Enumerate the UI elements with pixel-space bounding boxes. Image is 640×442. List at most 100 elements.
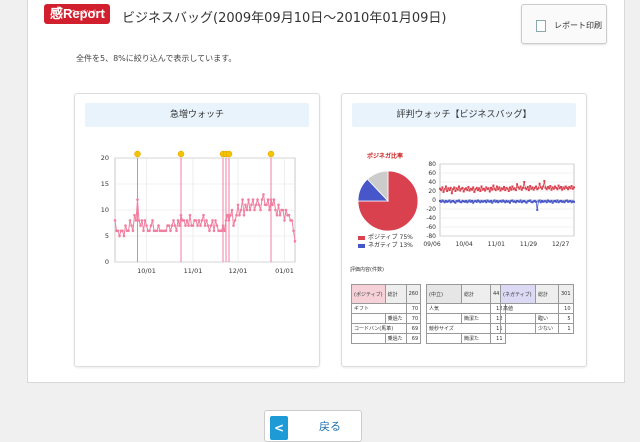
term-cell[interactable]: 高値 xyxy=(500,303,559,314)
buzz-chart: 0 5 10 15 20 10/01 11/01 12/01 01/01 xyxy=(101,150,297,275)
trend-point xyxy=(504,189,507,192)
buzz-point xyxy=(260,198,264,201)
trend-point xyxy=(440,189,443,192)
trend-point xyxy=(441,186,444,189)
trend-point xyxy=(448,189,451,192)
buzz-point xyxy=(212,229,216,233)
buzz-point xyxy=(170,224,174,227)
buzz-point xyxy=(233,219,237,222)
negative-table: (ネガティブ) 総計 301 高値 10 臨い 5 少ない 1 xyxy=(500,284,574,334)
count-cell: 1 xyxy=(558,323,574,334)
sub-term-cell[interactable]: 簡潔た xyxy=(461,313,491,324)
positive-header: (ポジティブ) xyxy=(351,284,386,304)
sub-term-cell[interactable]: 乗過た xyxy=(384,333,407,344)
x-tick-label: 11/01 xyxy=(184,267,203,275)
trend-point xyxy=(523,181,526,183)
sub-term-cell[interactable]: 臨い xyxy=(535,313,559,324)
buzz-point xyxy=(269,198,273,201)
trend-point xyxy=(552,187,555,190)
buzz-point xyxy=(133,213,136,217)
buzz-point xyxy=(130,224,133,227)
buzz-point xyxy=(187,224,190,227)
buzz-point xyxy=(199,224,202,227)
buzz-point xyxy=(136,198,139,201)
trend-point xyxy=(447,187,450,190)
buzz-point xyxy=(226,213,229,217)
buzz-point xyxy=(148,229,151,233)
trend-point xyxy=(516,183,519,186)
buzz-point xyxy=(157,224,160,227)
y-tick-label: 20 xyxy=(101,154,109,162)
sub-term-cell[interactable]: 乗過た xyxy=(384,313,407,324)
buzz-point xyxy=(241,198,244,201)
trend-point xyxy=(531,186,534,189)
trend-point xyxy=(489,199,492,202)
buzz-point xyxy=(242,213,246,217)
trend-point xyxy=(485,201,488,204)
trend-point xyxy=(454,201,457,204)
trend-point xyxy=(510,188,513,191)
buzz-point xyxy=(200,219,204,222)
x-tick-label: 01/01 xyxy=(275,267,294,275)
trend-point xyxy=(442,190,445,193)
page-title: ビジネスバッグ(2009年09月10日〜2010年01月09日) xyxy=(122,11,447,26)
buzz-point xyxy=(278,213,282,217)
sub-term-cell[interactable]: 少ない xyxy=(535,323,559,334)
trend-point xyxy=(559,185,562,188)
buzz-point xyxy=(139,224,142,227)
term-cell[interactable]: ギフト xyxy=(351,303,407,314)
trend-point xyxy=(520,188,523,191)
print-report-button[interactable]: レポート印刷 xyxy=(521,4,607,44)
table-row: ギフト 70 xyxy=(351,303,422,314)
buzz-point xyxy=(121,229,124,233)
buzz-point xyxy=(131,229,135,233)
y-tick-label: 0 xyxy=(432,197,436,204)
trend-point xyxy=(573,186,575,189)
buzz-point xyxy=(172,219,175,222)
buzz-watch-panel: 急増ウォッチ 0 5 10 15 20 10/01 11/01 12/01 01/01 xyxy=(74,93,320,367)
buzz-point xyxy=(203,224,207,227)
positive-swatch xyxy=(358,235,365,240)
trend-point xyxy=(497,188,500,191)
trend-point xyxy=(452,188,455,191)
trend-point xyxy=(480,185,483,188)
trend-point xyxy=(532,188,535,191)
trend-point xyxy=(494,189,497,192)
trend-point xyxy=(450,192,453,195)
buzz-point xyxy=(176,219,180,222)
buzz-point xyxy=(167,224,171,227)
buzz-point xyxy=(230,208,234,212)
back-button[interactable]: < 戻る xyxy=(264,410,362,442)
neutral-table: (中立) 総計 441 人気 12 簡潔た 12 競秒サイズ 11 簡潔た 11 xyxy=(426,284,506,344)
trend-point xyxy=(499,189,502,192)
y-tick-label: -80 xyxy=(426,233,436,240)
sub-term-cell[interactable]: 簡潔た xyxy=(461,333,491,344)
trend-point xyxy=(457,185,460,188)
y-tick-label: -60 xyxy=(426,224,436,231)
table-row: 人気 12 xyxy=(426,303,506,314)
trend-point xyxy=(479,190,482,192)
term-cell[interactable]: 人気 xyxy=(426,303,491,314)
trend-point xyxy=(526,185,529,188)
trend-point xyxy=(485,186,488,189)
count-cell: 70 xyxy=(405,313,422,324)
trend-point xyxy=(549,185,552,188)
trend-point xyxy=(446,190,449,192)
buzz-point xyxy=(248,208,252,212)
trend-point xyxy=(513,187,516,190)
count-cell: 11 xyxy=(490,333,506,344)
buzz-point xyxy=(122,234,126,238)
trend-point xyxy=(519,199,522,202)
buzz-point xyxy=(155,229,159,233)
x-tick-label: 10/01 xyxy=(137,267,156,275)
trend-point xyxy=(471,199,474,202)
buzz-point xyxy=(202,213,205,217)
trend-point xyxy=(491,188,494,191)
term-cell[interactable]: 競秒サイズ xyxy=(426,323,491,334)
trend-point xyxy=(482,187,485,190)
brand-logo[interactable]: 感Report ウェブリポート xyxy=(44,4,110,24)
y-tick-label: 60 xyxy=(428,170,436,177)
buzz-point xyxy=(128,219,132,222)
term-cell[interactable]: コードバン(馬革) xyxy=(351,323,407,334)
buzz-point xyxy=(281,208,285,212)
